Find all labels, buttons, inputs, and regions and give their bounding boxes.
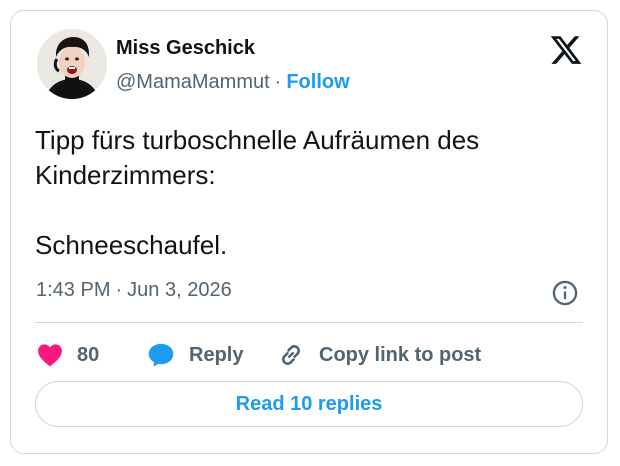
reply-button[interactable]: Reply	[147, 339, 243, 371]
tweet-time[interactable]: 1:43 PM	[36, 279, 110, 301]
info-icon[interactable]	[551, 279, 579, 307]
x-logo-icon[interactable]	[549, 33, 583, 67]
divider	[35, 322, 583, 323]
read-replies-label: Read 10 replies	[235, 392, 383, 415]
heart-icon	[38, 344, 62, 367]
tweet-text: Tipp fürs turboschnelle Aufräumen des Ki…	[35, 125, 480, 260]
separator-dot: ·	[115, 279, 123, 301]
copy-link-label: Copy link to post	[319, 343, 482, 366]
follow-button[interactable]: Follow	[286, 71, 349, 93]
avatar[interactable]	[37, 29, 107, 99]
speech-bubble-icon	[148, 343, 174, 367]
like-button[interactable]: 80	[37, 339, 99, 371]
copy-link-button[interactable]: Copy link to post	[277, 339, 481, 371]
separator-dot: ·	[274, 71, 282, 93]
tweet-date[interactable]: Jun 3, 2026	[127, 279, 232, 301]
tweet-card: Miss Geschick @MamaMammut · Follow Tipp fü…	[10, 10, 608, 454]
author-handle[interactable]: @MamaMammut	[116, 71, 270, 93]
reply-label: Reply	[189, 343, 244, 366]
author-name[interactable]: Miss Geschick	[116, 37, 255, 60]
like-count: 80	[77, 343, 100, 366]
read-replies-button[interactable]: Read 10 replies	[35, 381, 583, 427]
author-meta: @MamaMammut · Follow	[116, 71, 350, 94]
tweet-timestamp[interactable]: 1:43 PM · Jun 3, 2026	[36, 279, 232, 302]
link-icon	[281, 345, 301, 365]
